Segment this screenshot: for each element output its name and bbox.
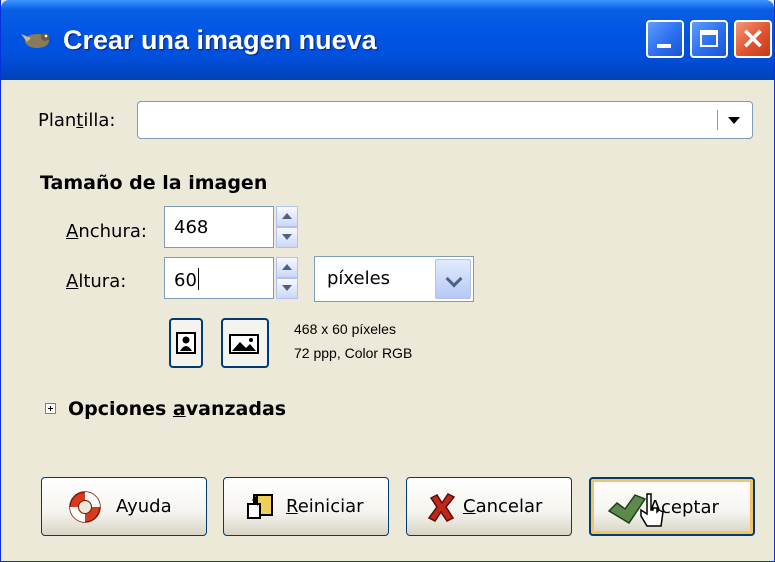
height-increment-button[interactable] [276, 257, 298, 278]
cancel-label: Cancelar [463, 496, 543, 517]
width-spinner[interactable] [276, 206, 298, 248]
chevron-down-icon[interactable] [435, 259, 471, 299]
mouse-pointer-icon [640, 493, 664, 527]
height-label: Altura: [66, 271, 127, 292]
unit-select[interactable]: píxeles [314, 256, 474, 302]
height-decrement-button[interactable] [276, 278, 298, 299]
help-button[interactable]: Ayuda [41, 477, 207, 536]
advanced-options-expander[interactable]: Opciones avanzadas [68, 398, 286, 420]
gimp-wilber-icon [21, 33, 49, 48]
maximize-button[interactable] [690, 20, 728, 58]
reset-revert-icon [247, 494, 273, 519]
width-decrement-button[interactable] [276, 227, 298, 248]
dialog-window: Crear una imagen nueva × Plantilla: Tama… [0, 0, 775, 562]
landscape-icon [229, 334, 259, 354]
size-info: 468 x 60 píxeles [294, 321, 396, 337]
width-value: 468 [174, 217, 209, 238]
help-label: Ayuda [116, 496, 172, 517]
width-increment-button[interactable] [276, 206, 298, 227]
height-input[interactable]: 60 [164, 257, 274, 299]
reset-label: Reiniciar [286, 496, 364, 517]
text-caret [197, 268, 199, 290]
portrait-icon [176, 332, 196, 354]
dropdown-arrow-icon[interactable] [728, 117, 740, 124]
expand-plus-icon[interactable] [45, 403, 56, 414]
cancel-button[interactable]: Cancelar [406, 477, 572, 536]
resolution-info: 72 ppp, Color RGB [294, 345, 413, 361]
title-bar[interactable]: Crear una imagen nueva × [1, 0, 774, 80]
image-size-heading: Tamaño de la imagen [40, 172, 268, 194]
close-button[interactable]: × [734, 20, 772, 58]
window-title: Crear una imagen nueva [63, 25, 377, 55]
cancel-x-icon [427, 493, 456, 522]
close-icon: × [740, 21, 766, 56]
help-lifebuoy-icon [69, 491, 101, 523]
width-label: Anchura: [66, 221, 147, 242]
portrait-button[interactable] [169, 318, 203, 368]
template-label: Plantilla: [38, 110, 116, 131]
template-combo[interactable] [137, 101, 753, 139]
height-value: 60 [174, 270, 197, 291]
minimize-button[interactable] [646, 20, 684, 58]
reset-button[interactable]: Reiniciar [223, 477, 389, 536]
ok-button[interactable]: Aceptar [589, 477, 755, 536]
width-input[interactable]: 468 [164, 206, 274, 248]
height-spinner[interactable] [276, 257, 298, 299]
combo-separator [717, 110, 718, 130]
landscape-button[interactable] [221, 318, 269, 368]
unit-value: píxeles [327, 268, 391, 289]
